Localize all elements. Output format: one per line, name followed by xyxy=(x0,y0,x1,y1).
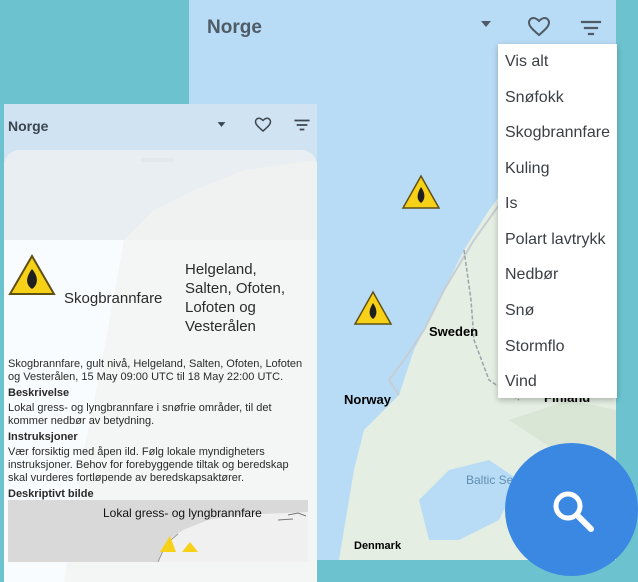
menu-item-polart-lavtrykk[interactable]: Polart lavtrykk xyxy=(505,231,605,249)
heart-outline-icon[interactable] xyxy=(527,15,551,39)
map-label-denmark: Denmark xyxy=(354,540,402,552)
fire-warning-icon xyxy=(8,254,56,295)
description-text: Lokal gress- og lyngbrannfare i snøfrie … xyxy=(8,402,272,427)
map-label-norway: Norway xyxy=(344,392,392,407)
instructions-text: Vær forsiktig med åpen ild. Følg lokale … xyxy=(8,446,289,484)
menu-item-nedbor[interactable]: Nedbør xyxy=(505,266,558,284)
heart-outline-icon[interactable] xyxy=(254,116,272,134)
filter-dropdown-menu: Vis alt Snøfokk Skogbrannfare Kuling Is … xyxy=(498,44,617,398)
map-label-sweden: Sweden xyxy=(429,324,478,339)
chevron-down-icon[interactable] xyxy=(479,17,493,31)
warning-screen-front: Norge Skogbrannfare Helgeland, Salten, O… xyxy=(4,104,317,582)
chevron-down-icon[interactable] xyxy=(216,119,227,130)
menu-item-vind[interactable]: Vind xyxy=(505,373,537,391)
warning-area: Helgeland, Salten, Ofoten, Lofoten og Ve… xyxy=(185,261,286,335)
description-heading: Beskrivelse xyxy=(8,387,70,399)
menu-item-vis-alt[interactable]: Vis alt xyxy=(505,53,548,71)
region-title[interactable]: Norge xyxy=(207,17,262,39)
search-icon xyxy=(553,491,594,532)
menu-item-is[interactable]: Is xyxy=(505,195,517,213)
warning-type: Skogbrannfare xyxy=(64,290,163,307)
region-title-front[interactable]: Norge xyxy=(8,118,48,134)
search-fab-button[interactable] xyxy=(505,443,638,576)
menu-item-kuling[interactable]: Kuling xyxy=(505,160,549,178)
warning-detail-sheet[interactable]: Skogbrannfare Helgeland, Salten, Ofoten,… xyxy=(4,150,317,582)
warning-summary: Skogbrannfare, gult nivå, Helgeland, Sal… xyxy=(8,358,303,383)
menu-item-stormflo[interactable]: Stormflo xyxy=(505,338,565,356)
filter-sort-icon[interactable] xyxy=(293,116,311,134)
filter-sort-icon[interactable] xyxy=(579,16,603,40)
descriptive-image[interactable]: Lokal gress- og lyngbrannfare xyxy=(8,500,308,562)
menu-item-skogbrannfare[interactable]: Skogbrannfare xyxy=(505,124,610,142)
instructions-heading: Instruksjoner xyxy=(8,431,78,443)
image-caption: Lokal gress- og lyngbrannfare xyxy=(103,506,262,520)
image-heading: Deskriptivt bilde xyxy=(8,488,94,500)
menu-item-snofokk[interactable]: Snøfokk xyxy=(505,89,564,107)
menu-item-sno[interactable]: Snø xyxy=(505,302,534,320)
sheet-drag-handle[interactable] xyxy=(141,158,174,162)
map-label-baltic: Baltic Se xyxy=(466,473,514,487)
